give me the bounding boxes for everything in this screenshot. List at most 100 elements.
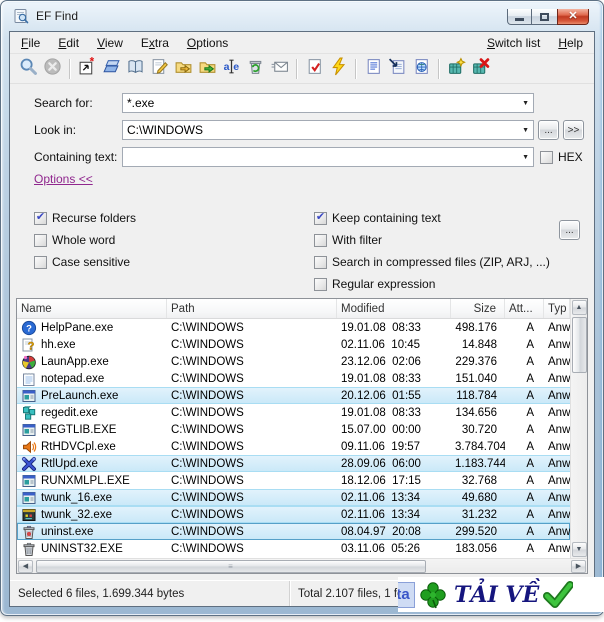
checkbox-recurse-folders[interactable]: Recurse folders [34,210,136,226]
close-button[interactable]: ✕ [557,9,589,25]
menu-item-options[interactable]: Options [178,34,237,52]
toolbar-separator [355,59,356,79]
view-button[interactable] [123,57,147,81]
column-header-name[interactable]: Name [17,299,167,318]
menu-item-help[interactable]: Help [549,34,592,52]
unchecked-checkbox-icon[interactable] [34,234,47,247]
file-row-regedit-exe[interactable]: regedit.exeC:\WINDOWS19.01.08 08:33134.6… [17,404,570,421]
scroll-up-button[interactable]: ▲ [572,300,587,315]
vertical-scrollbar[interactable]: ▲ ▼ [570,299,587,558]
containing-text-input[interactable] [123,149,515,165]
hex-checkbox[interactable] [540,151,553,164]
options-toggle-link[interactable]: Options << [34,172,93,186]
edit-button[interactable] [147,57,171,81]
minimize-button[interactable] [507,9,532,25]
checkbox-keep-containing-text[interactable]: Keep containing text [314,210,441,226]
file-name: twunk_16.exe [41,492,112,504]
chevron-down-icon[interactable]: ▼ [522,100,529,107]
copy-to-button[interactable] [171,57,195,81]
column-header-att[interactable]: Att... [505,299,544,318]
move-to-button[interactable] [195,57,219,81]
file-name-cell: RUNXMLPL.EXE [17,473,167,489]
download-watermark: ta TẢI VỀ [398,577,604,612]
file-row-prelaunch-exe[interactable]: PreLaunch.exeC:\WINDOWS20.12.06 01:55118… [17,387,570,404]
email-button[interactable] [267,57,291,81]
checked-checkbox-icon[interactable] [34,212,47,225]
file-row-notepad-exe[interactable]: notepad.exeC:\WINDOWS19.01.08 08:33151.0… [17,370,570,387]
column-header-path[interactable]: Path [167,299,337,318]
unchecked-checkbox-icon[interactable] [314,256,327,269]
export-button[interactable] [385,57,409,81]
column-header-typ[interactable]: Typ [544,299,570,318]
verify-button[interactable] [302,57,326,81]
scroll-left-button[interactable]: ◀ [18,560,33,573]
install-button[interactable] [444,57,468,81]
file-path: C:\WINDOWS [167,492,337,504]
look-in-combobox[interactable]: ▼ [122,120,534,140]
chevron-down-icon[interactable]: ▼ [522,154,529,161]
file-row-hh-exe[interactable]: ?hh.exeC:\WINDOWS02.11.06 10:4514.848AAn… [17,336,570,353]
file-row-launapp-exe[interactable]: LaunApp.exeC:\WINDOWS23.12.06 02:06229.3… [17,353,570,370]
column-header-modified[interactable]: Modified [337,299,451,318]
vertical-scroll-thumb[interactable] [572,317,587,373]
maximize-button[interactable] [532,9,557,25]
menu-item-view[interactable]: View [88,34,132,52]
search-for-input[interactable] [123,95,515,111]
unchecked-checkbox-icon[interactable] [314,234,327,247]
checkbox-search-in-compressed-files-zip-arj[interactable]: Search in compressed files (ZIP, ARJ, ..… [314,254,550,270]
unchecked-checkbox-icon[interactable] [314,278,327,291]
titlebar[interactable]: EF Find ✕ [1,1,603,31]
file-modified: 28.09.06 06:00 [337,458,451,470]
new-shortcut-button[interactable]: * [75,57,99,81]
quick-start-button[interactable] [326,57,350,81]
browse-folder-button[interactable]: ... [538,120,559,140]
unchecked-checkbox-icon[interactable] [34,256,47,269]
checkbox-with-filter[interactable]: With filter [314,232,382,248]
column-header-size[interactable]: Size [451,299,505,318]
menu-item-extra[interactable]: Extra [132,34,178,52]
file-row-helppane-exe[interactable]: ?HelpPane.exeC:\WINDOWS19.01.08 08:33498… [17,319,570,336]
svg-text:a: a [223,61,229,73]
horizontal-scroll-thumb[interactable]: ≡ [36,560,426,573]
file-row-rthdvcpl-exe[interactable]: RtHDVCpl.exeC:\WINDOWS09.11.06 19:573.78… [17,438,570,455]
file-row-regtlib-exe[interactable]: REGTLIB.EXEC:\WINDOWS15.07.00 00:0030.72… [17,421,570,438]
menu-item-file[interactable]: File [12,34,49,52]
scroll-down-button[interactable]: ▼ [572,542,587,557]
checked-checkbox-icon[interactable] [314,212,327,225]
delete-button[interactable] [243,57,267,81]
containing-text-combobox[interactable]: ▼ [122,147,534,167]
menu-item-switch-list[interactable]: Switch list [478,34,549,52]
file-type: Anw [544,509,570,521]
file-name: regedit.exe [41,407,98,419]
html-export-button[interactable] [409,57,433,81]
expand-paths-button[interactable]: >> [563,120,584,140]
file-row-runxmlpl-exe[interactable]: RUNXMLPL.EXEC:\WINDOWS18.12.06 17:1532.7… [17,472,570,489]
horizontal-scrollbar[interactable]: ◀ ≡ ▶ [17,558,587,573]
uninstall-button[interactable] [468,57,492,81]
file-row-twunk-16-exe[interactable]: twunk_16.exeC:\WINDOWS02.11.06 13:3449.6… [17,489,570,506]
look-in-input[interactable] [123,122,515,138]
scroll-right-button[interactable]: ▶ [571,560,586,573]
menu-item-edit[interactable]: Edit [49,34,88,52]
file-row-uninst32-exe[interactable]: UNINST32.EXEC:\WINDOWS03.11.06 05:26183.… [17,540,570,557]
file-row-twunk-32-exe[interactable]: twunk_32.exeC:\WINDOWS02.11.06 13:3431.2… [17,506,570,523]
edit-pencil-icon [150,57,169,81]
open-button[interactable] [99,57,123,81]
checkbox-whole-word[interactable]: Whole word [34,232,115,248]
chevron-down-icon[interactable]: ▼ [522,127,529,134]
search-button[interactable] [16,57,40,81]
checkbox-regular-expression[interactable]: Regular expression [314,276,435,292]
file-name-cell: twunk_32.exe [17,507,167,523]
file-modified: 19.01.08 08:33 [337,373,451,385]
file-row-uninst-exe[interactable]: uninst.exeC:\WINDOWS08.04.97 20:08299.52… [17,523,570,540]
checkbox-case-sensitive[interactable]: Case sensitive [34,254,130,270]
install-box-icon [447,57,466,81]
file-name-cell: ?HelpPane.exe [17,320,167,336]
report-button[interactable] [361,57,385,81]
stop-button[interactable] [40,57,64,81]
search-for-combobox[interactable]: ▼ [122,93,534,113]
filter-browse-button[interactable]: ... [559,220,580,240]
file-row-rtlupd-exe[interactable]: RtlUpd.exeC:\WINDOWS28.09.06 06:001.183.… [17,455,570,472]
notepad-icon [21,371,37,387]
rename-button[interactable]: ae [219,57,243,81]
